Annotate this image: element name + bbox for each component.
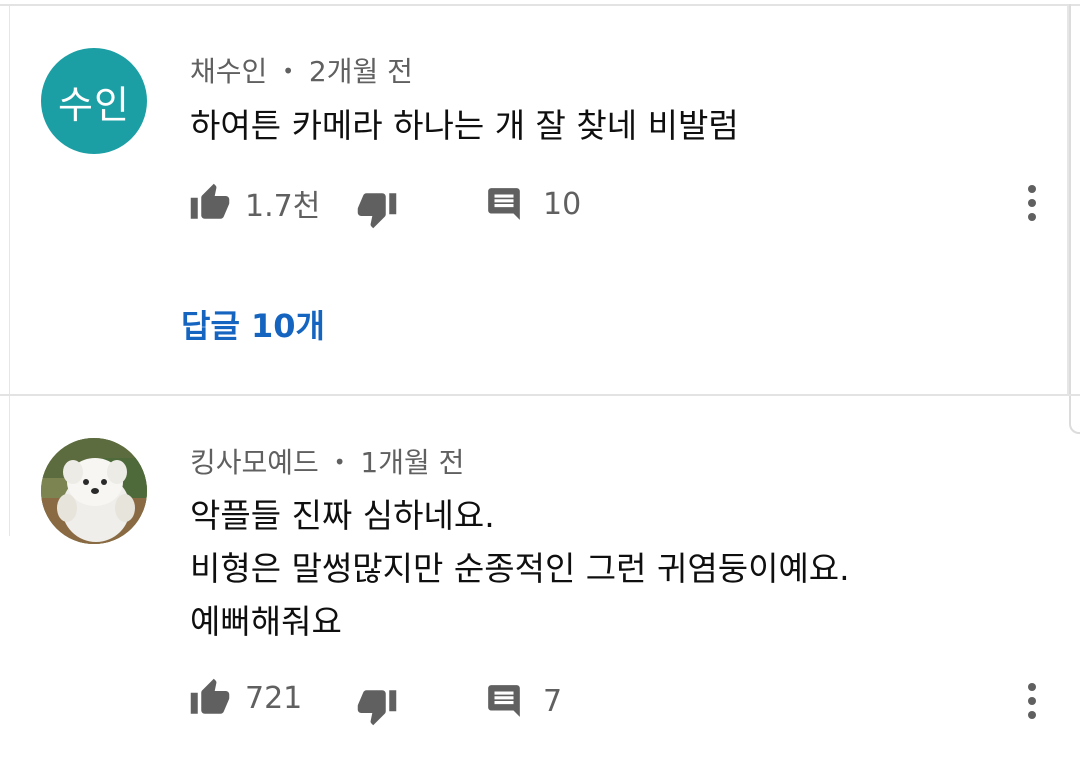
thumbs-down-icon [357, 690, 397, 726]
comment-text-line: 예뻐해줘요 [190, 602, 342, 641]
comment-meta: 채수인 • 2개월 전 [190, 50, 413, 90]
puppy-avatar-image [41, 438, 147, 544]
thumbs-up-icon [190, 183, 230, 219]
reply-button[interactable]: 7 [485, 682, 562, 720]
comment-meta: 킹사모예드 • 1개월 전 [190, 441, 464, 481]
view-replies-link[interactable]: 답글 10개 [181, 301, 325, 347]
comment-text: 하여튼 카메라 하나는 개 잘 찾네 비발럼 [190, 106, 739, 145]
reply-count: 10 [543, 186, 582, 222]
comment-frame-left [9, 6, 10, 394]
comment-text-line: 비형은 말썽많지만 순종적인 그런 귀염둥이예요. [190, 549, 850, 588]
reply-count: 7 [543, 683, 563, 719]
comment-text-line: 악플들 진짜 심하네요. [190, 496, 495, 535]
comment-icon [488, 188, 520, 220]
more-vertical-icon[interactable] [1024, 681, 1040, 721]
comment-time: 1개월 전 [360, 446, 465, 479]
scrollbar[interactable] [1069, 4, 1080, 434]
avatar[interactable] [41, 438, 147, 544]
comment-divider [0, 394, 1080, 396]
comment-author[interactable]: 채수인 [190, 55, 267, 88]
dislike-button[interactable] [356, 685, 398, 727]
meta-separator: • [333, 450, 346, 474]
like-count: 1.7천 [245, 189, 321, 224]
thumbs-up-icon [190, 678, 230, 714]
top-divider [0, 4, 1080, 6]
thumbs-down-icon [357, 193, 397, 229]
comments-page: 수인 채수인 • 2개월 전 하여튼 카메라 하나는 개 잘 찾네 비발럼 1.… [0, 0, 1080, 759]
comment-frame-left [9, 396, 10, 536]
meta-separator: • [282, 59, 294, 83]
more-vertical-icon[interactable] [1024, 183, 1040, 223]
avatar[interactable]: 수인 [41, 48, 147, 154]
like-button[interactable]: 721 [189, 677, 302, 719]
comment-author[interactable]: 킹사모예드 [190, 446, 319, 479]
comment-icon [488, 685, 520, 717]
avatar-initials: 수인 [58, 82, 130, 127]
reply-button[interactable]: 10 [485, 185, 581, 223]
dislike-button[interactable] [356, 188, 398, 230]
like-count: 721 [245, 680, 303, 716]
like-button[interactable]: 1.7천 [189, 181, 320, 225]
comment-time: 2개월 전 [308, 55, 413, 88]
